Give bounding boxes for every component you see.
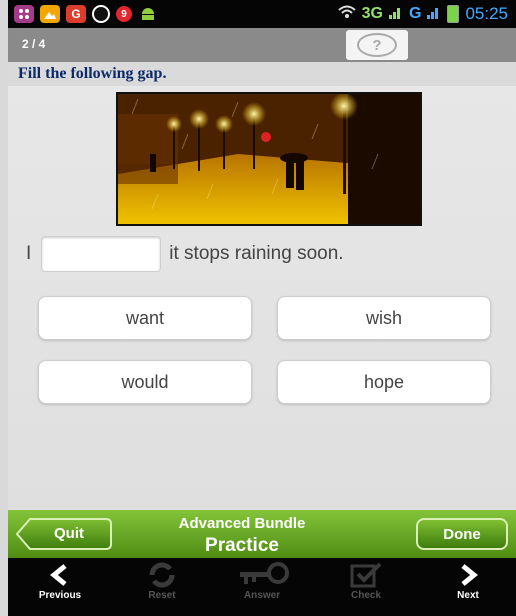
rainy-street-image (116, 92, 422, 226)
check-label: Check (350, 590, 381, 601)
mode-title: Practice (205, 535, 279, 556)
next-button[interactable]: Next (428, 562, 508, 614)
gallery-icon (40, 5, 60, 23)
wifi-icon (337, 5, 356, 24)
done-label: Done (443, 525, 481, 543)
option-label: want (125, 307, 165, 328)
done-button[interactable]: Done (416, 518, 508, 550)
network-type-label: 3G (361, 5, 383, 22)
reset-button[interactable]: Reset (122, 562, 202, 614)
previous-button[interactable]: Previous (20, 562, 100, 614)
gap-sentence: I it stops raining soon. (26, 236, 344, 272)
network2-type-label: G (409, 5, 422, 22)
quit-label: Quit (54, 525, 84, 542)
next-label: Next (457, 590, 479, 601)
checkbox-edit-icon (350, 562, 382, 588)
sentence-prefix: I (26, 243, 32, 264)
option-button-want[interactable]: want (38, 296, 252, 340)
whatsapp-icon (92, 5, 110, 23)
status-bar: G 9 3G G 05:25 (8, 0, 516, 28)
signal-icon (389, 5, 403, 24)
signal2-icon (427, 5, 441, 24)
key-icon (240, 562, 289, 584)
answer-button[interactable]: Answer (222, 562, 302, 614)
question-mark-icon: ? (357, 33, 397, 57)
instruction-bar: Fill the following gap. (8, 62, 516, 86)
answer-blank[interactable] (41, 236, 162, 272)
instruction-text: Fill the following gap. (18, 65, 167, 82)
action-bar: Quit Advanced Bundle Practice Done (8, 510, 516, 558)
android-icon (138, 5, 158, 23)
header-bar: 2 / 4 ? (8, 28, 516, 63)
option-label: wish (365, 307, 402, 328)
option-button-would[interactable]: would (38, 360, 252, 404)
option-button-hope[interactable]: hope (277, 360, 491, 404)
option-button-wish[interactable]: wish (277, 296, 491, 340)
google-plus-icon: G (66, 5, 86, 23)
question-progress: 2 / 4 (22, 37, 46, 51)
clock: 05:25 (465, 4, 508, 23)
quit-button[interactable]: Quit (16, 518, 112, 550)
bundle-title: Advanced Bundle (178, 515, 306, 532)
sentence-suffix: it stops raining soon. (169, 243, 344, 264)
notification-count-icon: 9 (116, 6, 132, 22)
question-area: I it stops raining soon. want wish would… (8, 86, 516, 510)
phone-screen: G 9 3G G 05:25 2 / 4 ? Fill the followin… (0, 0, 516, 616)
refresh-icon (149, 562, 175, 588)
chevron-left-icon (50, 564, 67, 586)
previous-label: Previous (38, 590, 82, 601)
option-label: hope (363, 371, 405, 392)
bbm-icon (14, 5, 34, 23)
option-label: would (121, 371, 169, 392)
reset-label: Reset (148, 590, 176, 601)
chevron-right-icon (461, 564, 478, 586)
check-button[interactable]: Check (326, 562, 406, 614)
answer-label: Answer (243, 590, 281, 601)
battery-icon (447, 5, 460, 23)
bottom-navigation: Previous Reset Answer Check Next (8, 558, 516, 616)
help-button[interactable]: ? (346, 30, 408, 60)
